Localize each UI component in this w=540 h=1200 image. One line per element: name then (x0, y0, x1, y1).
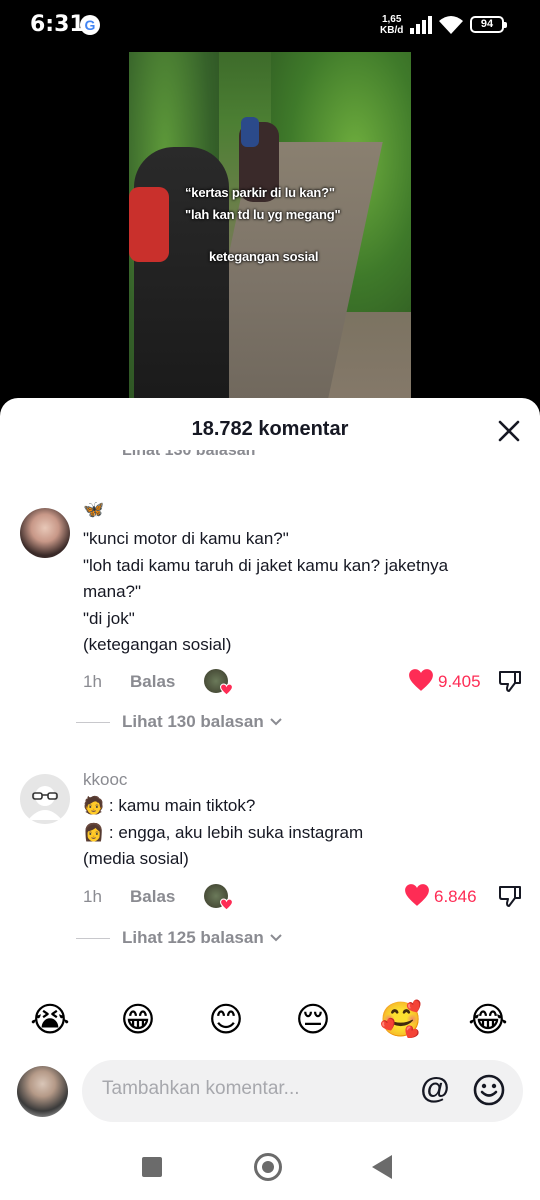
network-speed: 1,65 KB/d (380, 14, 403, 36)
heart-icon (220, 898, 233, 911)
view-replies-button[interactable]: Lihat 130 balasan (76, 712, 282, 732)
comments-sheet: 18.782 komentar Lihat 130 balasan 🦋 "kun… (0, 398, 540, 1200)
reply-button[interactable]: Balas (130, 887, 175, 907)
view-replies-cutoff[interactable]: Lihat 130 balasan (122, 450, 255, 464)
emoji-quick-bar: 😭 😁 😊 😔 🥰 😂 (0, 998, 540, 1042)
video-caption-line: "lah kan td lu yg megang" (185, 207, 341, 222)
video-red-backpack (129, 187, 169, 262)
avatar[interactable] (20, 508, 70, 558)
comments-count-title: 18.782 komentar (191, 418, 349, 440)
status-time: 6:31 (30, 12, 85, 37)
comment-text: "kunci motor di kamu kan?" "loh tadi kam… (83, 526, 503, 659)
comment-line: (media sosial) (83, 849, 189, 868)
emoji-pensive[interactable]: 😔 (291, 998, 335, 1042)
view-replies-label: Lihat 125 balasan (122, 928, 264, 947)
google-icon: G (80, 15, 100, 35)
comment-line: "kunci motor di kamu kan?" (83, 529, 289, 548)
comment-time: 1h (83, 887, 102, 906)
system-nav-bar (0, 1142, 540, 1200)
heart-icon (220, 683, 233, 696)
emoji-grinning[interactable]: 😁 (116, 998, 160, 1042)
like-count: 6.846 (434, 887, 477, 906)
comment-line: mana?" (83, 582, 142, 601)
close-icon[interactable] (496, 418, 522, 444)
video-caption-line: “kertas parkir di lu kan?" (185, 185, 335, 200)
like-heart-icon[interactable] (408, 668, 434, 692)
comment-line: (ketegangan sosial) (83, 635, 232, 654)
divider (76, 937, 110, 939)
like-count: 9.405 (438, 672, 481, 691)
emoji-picker-icon[interactable] (472, 1073, 506, 1107)
recent-apps-icon[interactable] (142, 1157, 162, 1177)
signal-icon (410, 16, 432, 34)
network-speed-value: 1,65 (381, 14, 402, 25)
like-heart-icon[interactable] (404, 883, 430, 907)
dislike-icon[interactable] (497, 883, 523, 909)
creator-liked-badge (204, 669, 233, 696)
emoji-hearts[interactable]: 🥰 (379, 998, 423, 1042)
wifi-icon (439, 16, 463, 34)
emoji-laughing[interactable]: 😂 (466, 998, 510, 1042)
emoji-smiling[interactable]: 😊 (204, 998, 248, 1042)
dislike-icon[interactable] (497, 668, 523, 694)
comment-line: "loh tadi kamu taruh di jaket kamu kan? … (83, 555, 449, 575)
comment-username[interactable]: kkooc (83, 770, 127, 790)
comment-text: 🧑 : kamu main tiktok? 👩 : engga, aku leb… (83, 793, 503, 873)
comment-line: 👩 : engga, aku lebih suka instagram (83, 822, 364, 842)
comment-line: 🧑 : kamu main tiktok? (83, 796, 256, 815)
view-replies-cutoff-label: Lihat 130 balasan (122, 450, 256, 459)
back-icon[interactable] (372, 1155, 392, 1179)
reply-button[interactable]: Balas (130, 672, 175, 692)
chevron-down-icon (270, 934, 282, 942)
view-replies-button[interactable]: Lihat 125 balasan (76, 928, 282, 948)
default-avatar-icon (28, 786, 62, 820)
creator-liked-badge (204, 884, 233, 911)
battery-icon: 94 (470, 16, 507, 33)
emoji-crying[interactable]: 😭 (28, 998, 72, 1042)
comment-username[interactable]: 🦋 (83, 500, 104, 520)
comment-line: "di jok" (83, 608, 135, 628)
video-hiker (241, 117, 259, 147)
battery-level: 94 (480, 18, 494, 30)
network-speed-unit: KB/d (380, 25, 404, 36)
status-bar: 6:31 G 1,65 KB/d 94 (0, 0, 540, 52)
mention-icon[interactable]: @ (418, 1072, 452, 1106)
avatar[interactable] (20, 774, 70, 824)
video-player[interactable]: “kertas parkir di lu kan?" "lah kan td l… (129, 52, 411, 404)
my-avatar[interactable] (17, 1066, 68, 1117)
comment-time: 1h (83, 672, 102, 691)
home-icon[interactable] (254, 1153, 282, 1181)
divider (76, 721, 110, 723)
view-replies-label: Lihat 130 balasan (122, 712, 264, 731)
video-caption-line: ketegangan sosial (209, 249, 319, 264)
comment-input-placeholder[interactable]: Tambahkan komentar... (102, 1078, 300, 1100)
chevron-down-icon (270, 718, 282, 726)
